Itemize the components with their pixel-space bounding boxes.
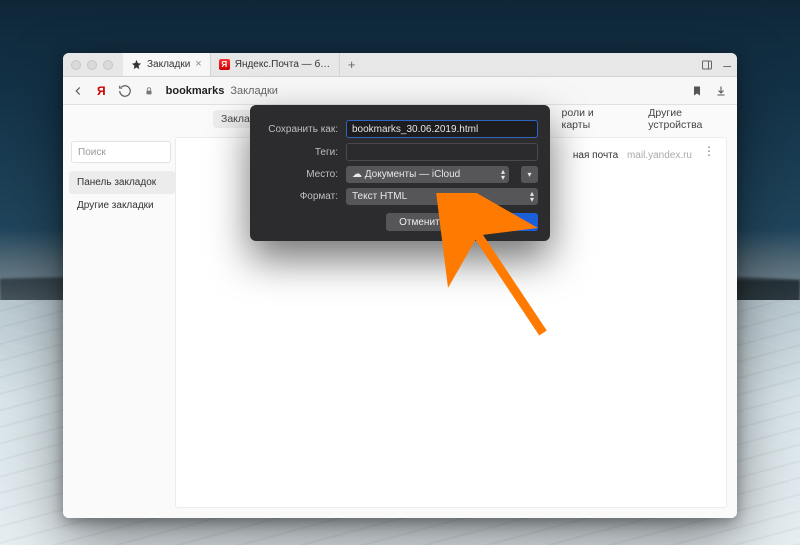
tab-bookmarks[interactable]: Закладки × xyxy=(123,53,211,76)
traffic-close[interactable] xyxy=(71,60,81,70)
location-select[interactable]: ☁︎ Документы — iCloud ▴▾ xyxy=(346,166,509,183)
yandex-logo-icon[interactable]: Я xyxy=(97,84,106,98)
url-rest: Закладки xyxy=(230,85,278,97)
back-icon[interactable] xyxy=(71,84,85,98)
label-save-as: Сохранить как: xyxy=(262,124,338,135)
label-format: Формат: xyxy=(262,191,338,202)
label-where: Место: xyxy=(262,169,338,180)
search-input[interactable]: Поиск xyxy=(71,141,171,163)
select-arrows-icon: ▴▾ xyxy=(501,169,505,181)
subtab-other-devices[interactable]: Другие устройства xyxy=(640,104,737,134)
tab-title: Яндекс.Почта — беспла xyxy=(235,59,331,70)
cancel-button[interactable]: Отменить xyxy=(386,213,458,231)
search-placeholder: Поиск xyxy=(78,147,106,158)
subtab-passwords[interactable]: роли и карты xyxy=(554,104,627,134)
format-value: Текст HTML xyxy=(352,191,407,202)
bookmarks-sidebar: Поиск Панель закладок Другие закладки xyxy=(63,133,175,518)
traffic-zoom[interactable] xyxy=(103,60,113,70)
tabstrip-right: – xyxy=(701,53,731,76)
traffic-minimize[interactable] xyxy=(87,60,97,70)
tab-strip: Закладки × Я Яндекс.Почта — беспла + – xyxy=(63,53,737,77)
reload-icon[interactable] xyxy=(118,84,132,98)
bookmark-url: mail.yandex.ru xyxy=(627,150,692,161)
expand-sheet-button[interactable]: ▾ xyxy=(521,166,538,183)
bookmark-page-icon[interactable] xyxy=(691,85,703,97)
window-controls xyxy=(63,60,113,70)
yandex-icon: Я xyxy=(219,59,230,70)
filename-input[interactable] xyxy=(346,120,538,138)
address-bar[interactable]: bookmarks Закладки xyxy=(166,85,278,97)
browser-window: Закладки × Я Яндекс.Почта — беспла + – Я… xyxy=(63,53,737,518)
tab-title: Закладки xyxy=(147,59,190,70)
cloud-icon: ☁︎ xyxy=(352,169,365,180)
label-tags: Теги: xyxy=(262,147,338,158)
nav-toolbar: Я bookmarks Закладки xyxy=(63,77,737,105)
tags-input[interactable] xyxy=(346,143,538,161)
sidebar-item-panel[interactable]: Панель закладок xyxy=(69,171,175,194)
save-button[interactable]: Сохранить xyxy=(466,213,538,231)
save-sheet: Сохранить как: Теги: Место: ☁︎ Документы… xyxy=(250,105,550,241)
location-value: Документы — iCloud xyxy=(365,169,460,180)
new-tab-button[interactable]: + xyxy=(340,57,364,72)
url-keyword: bookmarks xyxy=(166,85,225,97)
tab-close-icon[interactable]: × xyxy=(195,59,201,70)
sidebar-icon[interactable] xyxy=(701,59,713,71)
sidebar-item-other[interactable]: Другие закладки xyxy=(69,194,175,217)
format-select[interactable]: Текст HTML ▴▾ xyxy=(346,188,538,205)
more-icon[interactable]: ⋮ xyxy=(703,144,716,158)
select-arrows-icon: ▴▾ xyxy=(530,191,534,203)
star-icon xyxy=(131,59,142,70)
downloads-icon[interactable] xyxy=(715,85,727,97)
tab-yandex-mail[interactable]: Я Яндекс.Почта — беспла xyxy=(211,53,340,76)
lock-icon xyxy=(144,86,154,96)
bookmark-title: ная почта xyxy=(573,150,618,161)
